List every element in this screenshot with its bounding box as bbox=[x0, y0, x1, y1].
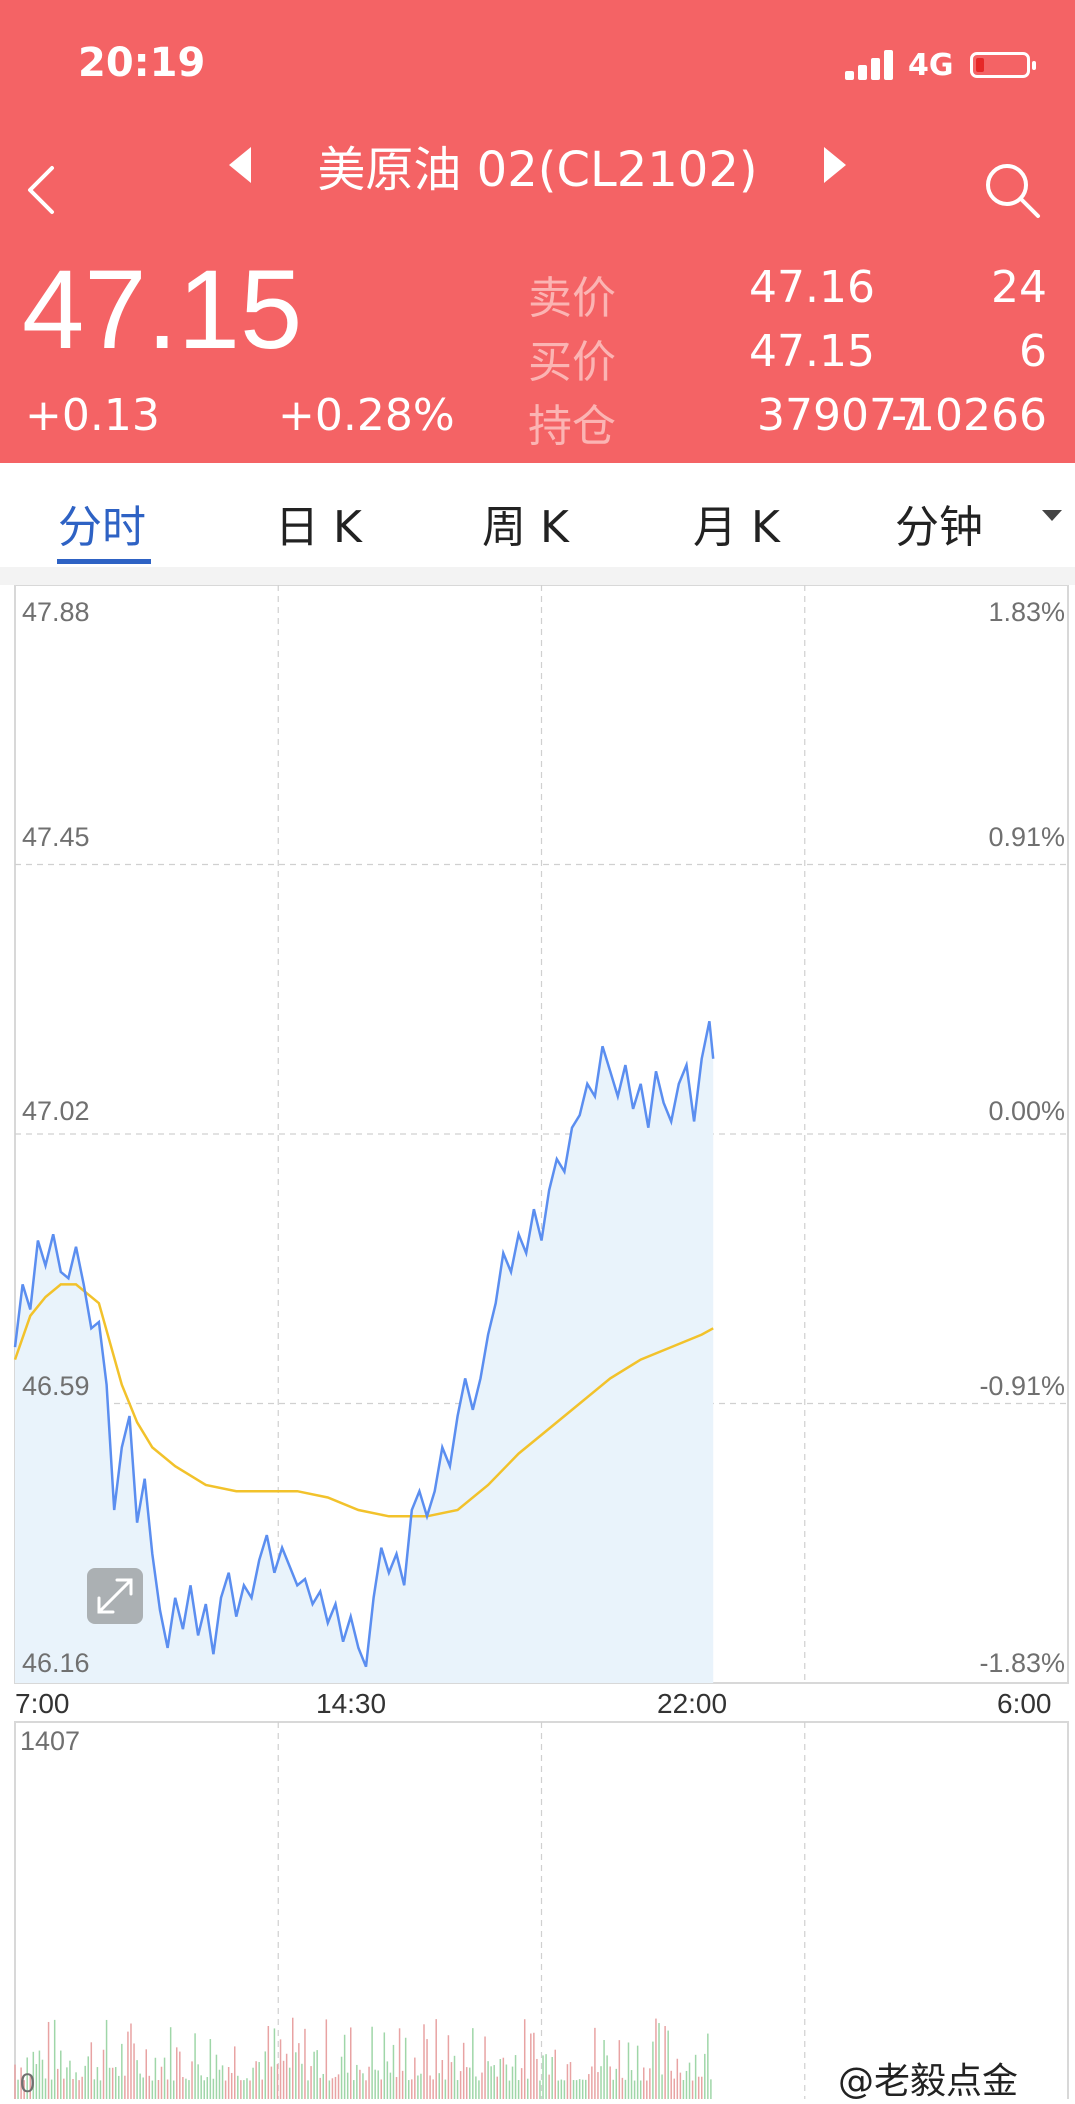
ask-label: 卖价 bbox=[528, 273, 616, 324]
bid-label: 买价 bbox=[528, 337, 616, 388]
x-tick: 7:00 bbox=[15, 1688, 70, 1719]
next-contract-icon[interactable] bbox=[820, 145, 850, 185]
tab-minute[interactable]: 分钟 bbox=[895, 491, 983, 555]
y-right-tick: -1.83% bbox=[979, 1648, 1065, 1678]
y-left-tick: 47.02 bbox=[22, 1096, 90, 1126]
ask-volume: 24 bbox=[991, 262, 1047, 313]
search-icon[interactable] bbox=[982, 160, 1042, 220]
bid-volume: 6 bbox=[1019, 326, 1047, 377]
section-divider bbox=[0, 567, 1075, 585]
prev-contract-icon[interactable] bbox=[225, 145, 255, 185]
watermark: @老毅点金 bbox=[834, 2052, 1023, 2104]
price-change: +0.13 bbox=[25, 390, 160, 441]
tab-monthly-k[interactable]: 月 K bbox=[693, 491, 780, 555]
open-interest-label: 持仓 bbox=[528, 401, 616, 452]
fullscreen-button[interactable] bbox=[87, 1568, 143, 1624]
battery-icon bbox=[970, 52, 1036, 78]
last-price: 47.15 bbox=[22, 247, 303, 372]
volume-bars bbox=[14, 2017, 712, 2099]
intraday-chart[interactable] bbox=[0, 585, 1075, 2099]
tab-weekly-k[interactable]: 周 K bbox=[482, 491, 569, 555]
x-tick: 22:00 bbox=[657, 1688, 728, 1719]
volume-grid bbox=[277, 1722, 806, 2099]
tab-intraday[interactable]: 分时 bbox=[58, 491, 146, 555]
y-right-tick: 0.00% bbox=[988, 1096, 1065, 1126]
y-right-tick: -0.91% bbox=[979, 1371, 1065, 1401]
network-type: 4G bbox=[908, 48, 954, 83]
x-tick: 14:30 bbox=[316, 1688, 387, 1719]
active-tab-indicator bbox=[57, 559, 151, 564]
y-left-tick: 46.59 bbox=[22, 1371, 90, 1401]
y-right-tick: 1.83% bbox=[988, 597, 1065, 627]
ask-price: 47.16 bbox=[749, 262, 875, 313]
y-left-tick: 47.45 bbox=[22, 822, 90, 852]
status-time: 20:19 bbox=[78, 40, 206, 86]
expand-icon bbox=[97, 1578, 133, 1614]
volume-min-label: 0 bbox=[20, 2068, 36, 2098]
y-right-tick: 0.91% bbox=[988, 822, 1065, 852]
price-change-percent: +0.28% bbox=[278, 390, 455, 441]
x-tick: 6:00 bbox=[997, 1688, 1052, 1719]
back-icon[interactable] bbox=[22, 160, 62, 220]
contract-title: 美原油 02(CL2102) bbox=[317, 142, 758, 198]
chevron-down-icon[interactable] bbox=[1040, 507, 1064, 523]
y-left-tick: 47.88 bbox=[22, 597, 90, 627]
quote-header: 20:19 4G 美原油 02(CL2102) 47.15 +0.13 +0.2… bbox=[0, 0, 1075, 463]
tab-daily-k[interactable]: 日 K bbox=[275, 491, 362, 555]
y-left-tick: 46.16 bbox=[22, 1648, 90, 1678]
volume-max-label: 1407 bbox=[20, 1726, 81, 1756]
bid-price: 47.15 bbox=[749, 326, 875, 377]
open-interest-change: -10266 bbox=[891, 390, 1047, 441]
chart-tabs: 分时 日 K 周 K 月 K 分钟 bbox=[0, 463, 1075, 568]
signal-icon bbox=[845, 50, 893, 80]
